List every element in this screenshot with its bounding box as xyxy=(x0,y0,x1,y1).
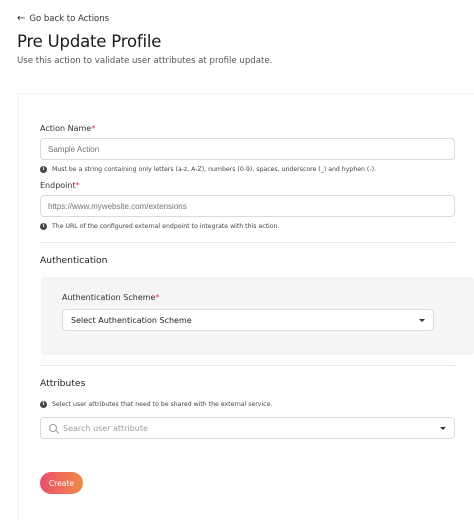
endpoint-hint-text: The URL of the configured external endpo… xyxy=(52,223,280,230)
authentication-box: Authentication Scheme* Select Authentica… xyxy=(41,277,474,355)
authentication-scheme-select[interactable]: Select Authentication Scheme xyxy=(62,309,434,331)
page-subtitle: Use this action to validate user attribu… xyxy=(17,56,273,66)
user-attribute-search-placeholder: Search user attribute xyxy=(63,423,148,433)
form-panel: Action Name* i Must be a string containi… xyxy=(17,93,474,518)
back-to-actions-link[interactable]: ← Go back to Actions xyxy=(17,13,110,25)
form-card: Action Name* i Must be a string containi… xyxy=(19,95,474,518)
create-button[interactable]: Create xyxy=(40,472,83,494)
endpoint-hint: i The URL of the configured external end… xyxy=(40,223,279,230)
divider xyxy=(40,242,455,243)
action-name-hint: i Must be a string containing only lette… xyxy=(40,166,376,173)
chevron-down-icon xyxy=(419,318,425,322)
required-asterisk: * xyxy=(75,181,80,190)
info-icon: i xyxy=(40,223,47,230)
info-icon: i xyxy=(40,166,47,173)
user-attribute-search[interactable]: Search user attribute xyxy=(40,417,455,439)
arrow-left-icon: ← xyxy=(17,13,26,24)
required-asterisk: * xyxy=(91,124,96,133)
action-name-label: Action Name* xyxy=(40,124,95,133)
divider xyxy=(40,365,455,366)
authentication-scheme-label-text: Authentication Scheme xyxy=(62,293,156,302)
back-link-label: Go back to Actions xyxy=(29,14,110,24)
chevron-down-icon[interactable] xyxy=(440,426,446,430)
action-name-hint-text: Must be a string containing only letters… xyxy=(52,166,376,173)
action-name-label-text: Action Name xyxy=(40,124,92,133)
attributes-hint: i Select user attributes that need to be… xyxy=(40,401,272,408)
attributes-hint-text: Select user attributes that need to be s… xyxy=(52,401,273,408)
info-icon: i xyxy=(40,401,47,408)
attributes-section-title: Attributes xyxy=(40,378,86,389)
user-attribute-search-field[interactable]: Search user attribute xyxy=(49,424,148,433)
action-name-input[interactable] xyxy=(40,138,455,160)
endpoint-label: Endpoint* xyxy=(40,181,80,190)
page-title: Pre Update Profile xyxy=(17,32,162,51)
authentication-scheme-label: Authentication Scheme* xyxy=(62,293,159,302)
authentication-scheme-value: Select Authentication Scheme xyxy=(71,315,192,325)
search-icon xyxy=(49,424,57,432)
endpoint-input[interactable] xyxy=(40,195,455,217)
required-asterisk: * xyxy=(155,293,160,302)
authentication-section-title: Authentication xyxy=(40,255,108,266)
endpoint-label-text: Endpoint xyxy=(40,181,76,190)
